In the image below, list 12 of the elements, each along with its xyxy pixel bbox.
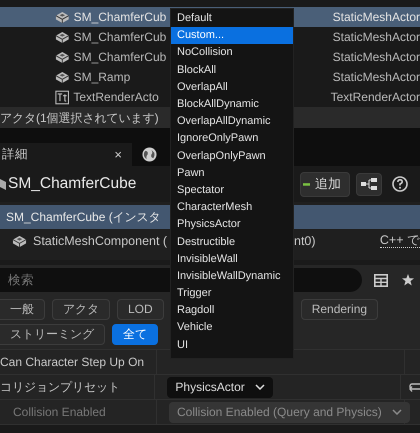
- actor-type: TextRenderActor: [330, 89, 420, 106]
- actor-title: SM_ChamferCube: [8, 174, 136, 194]
- actor-name: TextRenderActo: [73, 89, 160, 106]
- actor-type: StaticMeshActor: [332, 69, 420, 86]
- property-label: Collision Enabled: [0, 400, 157, 424]
- property-label: Can Character Step Up On: [0, 350, 157, 374]
- actor-type: StaticMeshActor: [332, 29, 420, 46]
- actor-type: StaticMeshActor: [332, 49, 420, 66]
- actor-name: SM_Ramp: [74, 69, 132, 86]
- actor-type: StaticMeshActor: [332, 9, 420, 26]
- property-label: コリジョンプリセット: [0, 375, 156, 399]
- component-label: nt0): [294, 232, 316, 250]
